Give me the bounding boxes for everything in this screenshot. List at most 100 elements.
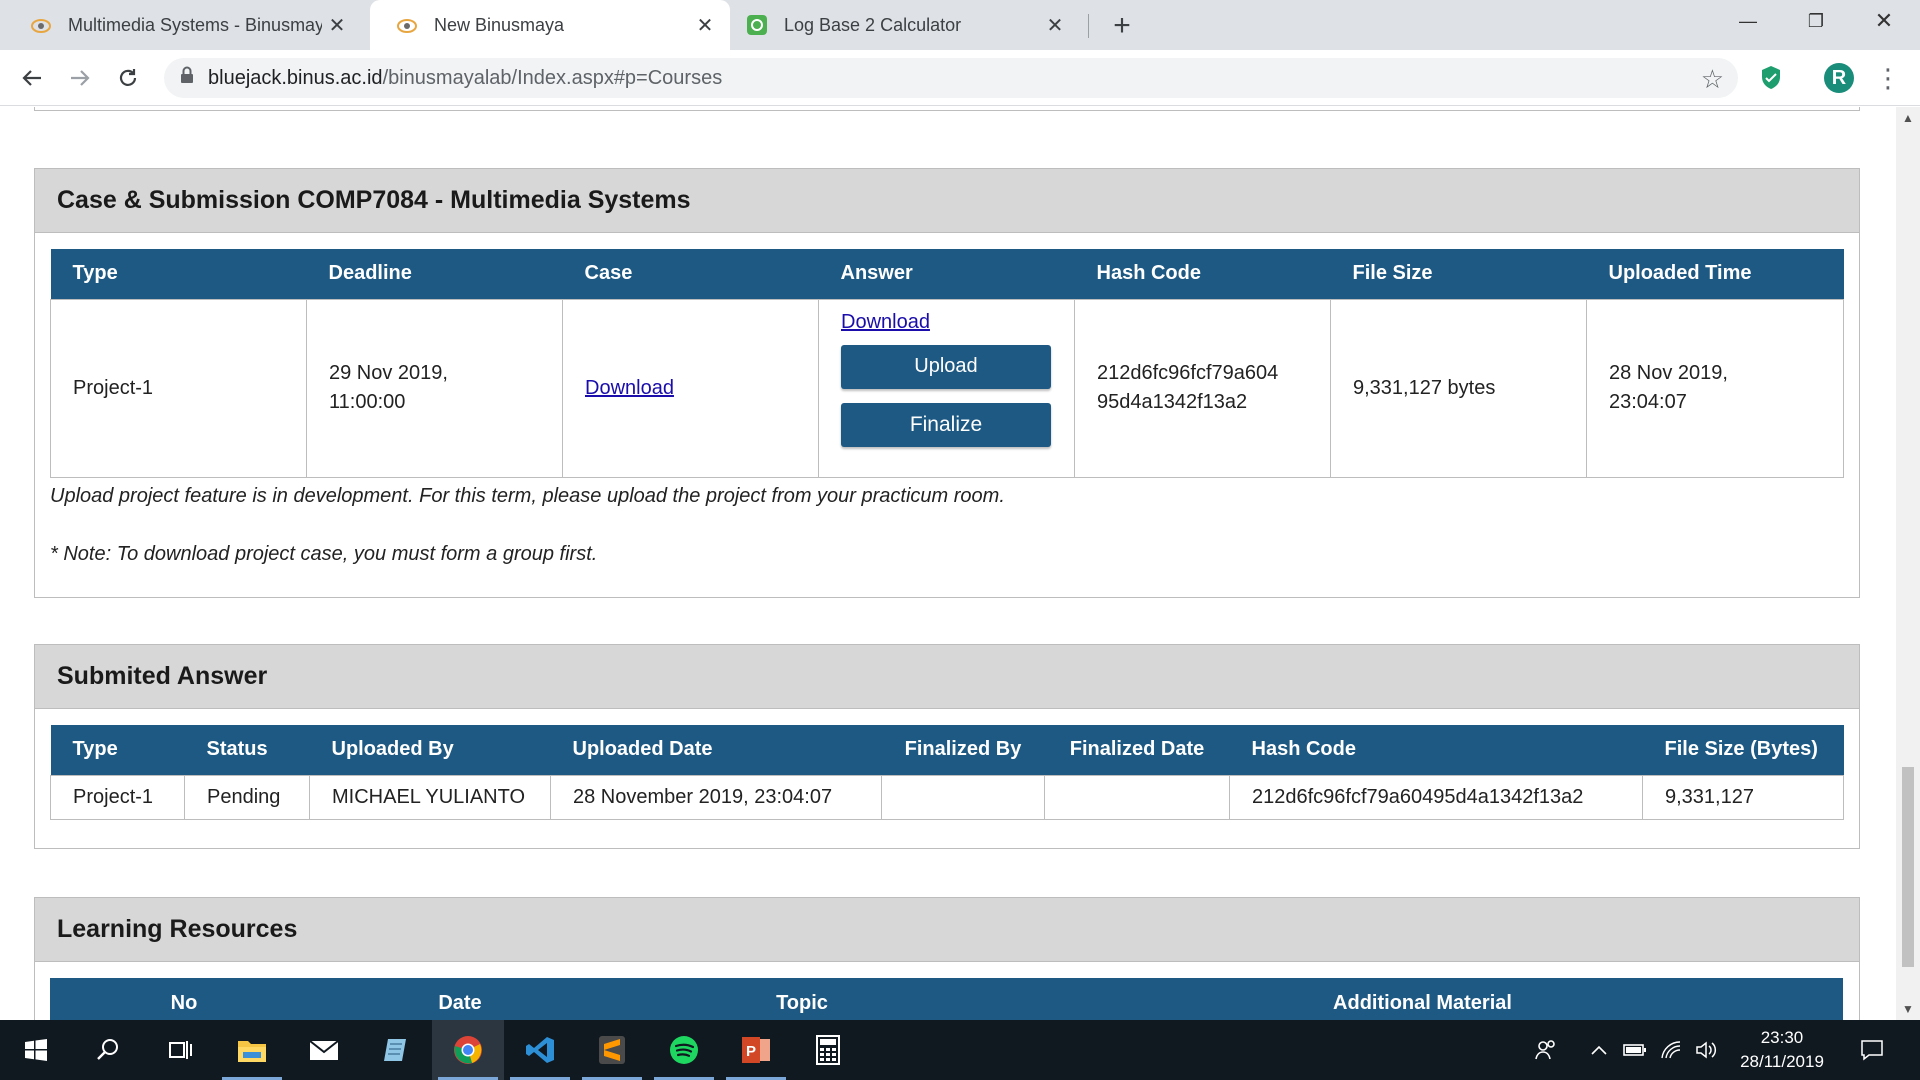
page-scrollbar[interactable]: ▲ ▼: [1896, 107, 1920, 1020]
table-header-row: No Date Topic Additional Material: [50, 978, 1843, 1020]
case-submission-panel: Case & Submission COMP7084 - Multimedia …: [34, 168, 1860, 598]
finalize-button[interactable]: Finalize: [841, 402, 1051, 447]
spotify-icon[interactable]: [648, 1020, 720, 1080]
forward-arrow-icon: [71, 70, 90, 86]
uploaded-by-cell: MICHAEL YULIANTO: [309, 774, 551, 820]
case-table: Type Deadline Case Answer Hash Code File…: [50, 249, 1844, 478]
url-host: bluejack.binus.ac.id: [208, 66, 383, 89]
new-tab-button[interactable]: +: [1104, 8, 1140, 44]
clock-date: 28/11/2019: [1740, 1052, 1824, 1071]
tab-new-binusmaya[interactable]: New Binusmaya ✕: [370, 0, 730, 50]
close-window-button[interactable]: ✕: [1850, 0, 1918, 42]
upload-button[interactable]: Upload: [841, 344, 1051, 389]
uploaded-date: 28 Nov 2019,: [1609, 362, 1728, 384]
browser-toolbar: bluejack.binus.ac.id/binusmayalab/Index.…: [0, 50, 1920, 106]
deadline-time: 11:00:00: [329, 391, 406, 413]
column-header: File Size (Bytes): [1642, 725, 1844, 775]
column-header: Hash Code: [1229, 725, 1643, 775]
back-arrow-icon: [22, 70, 41, 86]
volume-icon[interactable]: [1690, 1020, 1722, 1080]
column-header: Topic: [602, 978, 1002, 1020]
scrollbar-thumb[interactable]: [1902, 767, 1914, 967]
finalized-by-cell: [881, 774, 1045, 820]
resources-table: No Date Topic Additional Material: [50, 978, 1843, 1020]
deadline-cell: 29 Nov 2019, 11:00:00: [306, 298, 563, 478]
address-bar[interactable]: bluejack.binus.ac.id/binusmayalab/Index.…: [164, 58, 1738, 98]
answer-download-link[interactable]: Download: [841, 311, 930, 333]
forward-button[interactable]: [62, 60, 98, 96]
battery-icon[interactable]: [1620, 1020, 1650, 1080]
chevron-up-icon[interactable]: [1584, 1020, 1614, 1080]
column-header: Finalized Date: [1044, 725, 1230, 775]
browser-menu-icon[interactable]: ⋮: [1875, 62, 1901, 94]
tab-log-base-2-calculator[interactable]: Log Base 2 Calculator ✕: [730, 0, 1080, 50]
status-cell: Pending: [184, 774, 310, 820]
reload-icon: [119, 69, 137, 86]
binusmaya-favicon-icon: [396, 14, 418, 36]
notepad-icon[interactable]: [360, 1020, 432, 1080]
type-cell: Project-1: [50, 298, 307, 478]
chrome-icon[interactable]: [432, 1020, 504, 1080]
column-header: Uploaded Date: [550, 725, 882, 775]
column-header: Case: [562, 249, 819, 299]
system-clock[interactable]: 23:30 28/11/2019: [1728, 1026, 1836, 1074]
wifi-icon[interactable]: [1656, 1020, 1686, 1080]
upload-development-note: Upload project feature is in development…: [50, 485, 1005, 507]
minimize-button[interactable]: —: [1714, 0, 1782, 42]
column-header: No: [50, 978, 318, 1020]
column-header: Additional Material: [1002, 978, 1843, 1020]
uploaded-time-cell: 28 Nov 2019, 23:04:07: [1586, 298, 1844, 478]
column-header: File Size: [1330, 249, 1587, 299]
tab-separator: [1088, 14, 1089, 38]
panel-title: Case & Submission COMP7084 - Multimedia …: [35, 169, 1859, 233]
column-header: Date: [318, 978, 602, 1020]
vscode-icon[interactable]: [504, 1020, 576, 1080]
start-icon[interactable]: [0, 1020, 72, 1080]
tab-multimedia-systems[interactable]: Multimedia Systems - Binusmaya ✕: [0, 0, 362, 50]
scroll-up-arrow-icon[interactable]: ▲: [1896, 107, 1920, 129]
binusmaya-favicon-icon: [30, 14, 52, 36]
powerpoint-icon[interactable]: P: [720, 1020, 792, 1080]
shield-extension-icon[interactable]: [1757, 64, 1785, 92]
calculator-icon[interactable]: [792, 1020, 864, 1080]
column-header: Type: [50, 249, 307, 299]
hash-code-cell: 212d6fc96fcf79a604 95d4a1342f13a2: [1074, 298, 1331, 478]
finalized-date-cell: [1044, 774, 1230, 820]
task-view-icon[interactable]: [144, 1020, 216, 1080]
reload-button[interactable]: [110, 60, 146, 96]
notification-icon[interactable]: [1852, 1020, 1892, 1080]
submitted-answer-panel: Submited Answer Type Status Uploaded By …: [34, 644, 1860, 849]
close-tab-icon[interactable]: ✕: [690, 10, 720, 40]
bookmark-star-icon[interactable]: ☆: [1701, 64, 1724, 95]
people-icon[interactable]: [1528, 1020, 1564, 1080]
profile-avatar[interactable]: R: [1824, 63, 1854, 93]
tab-title: Log Base 2 Calculator: [784, 14, 962, 35]
close-tab-icon[interactable]: ✕: [1040, 10, 1070, 40]
table-header-row: Type Deadline Case Answer Hash Code File…: [50, 249, 1844, 299]
sublime-icon[interactable]: [576, 1020, 648, 1080]
lock-icon: [180, 66, 194, 90]
column-header: Status: [184, 725, 310, 775]
column-header: Finalized By: [881, 725, 1045, 775]
mail-icon[interactable]: [288, 1020, 360, 1080]
close-tab-icon[interactable]: ✕: [322, 10, 352, 40]
hash-code-cell: 212d6fc96fcf79a60495d4a1342f13a2: [1229, 774, 1643, 820]
panel-title: Submited Answer: [35, 645, 1859, 709]
case-download-link[interactable]: Download: [585, 377, 674, 399]
tab-title: New Binusmaya: [434, 14, 565, 35]
table-row: Project-1 29 Nov 2019, 11:00:00 Download…: [50, 298, 1844, 478]
search-icon[interactable]: [72, 1020, 144, 1080]
column-header: Uploaded Time: [1586, 249, 1844, 299]
scroll-down-arrow-icon[interactable]: ▼: [1896, 998, 1920, 1020]
table-row: Project-1 Pending MICHAEL YULIANTO 28 No…: [50, 774, 1844, 820]
previous-panel-bottom: [34, 107, 1860, 111]
answer-cell: Download Upload Finalize: [818, 298, 1075, 478]
hash-code-part1: 212d6fc96fcf79a604: [1097, 362, 1279, 384]
deadline-date: 29 Nov 2019,: [329, 362, 448, 384]
restore-button[interactable]: ❐: [1782, 0, 1850, 42]
file-explorer-icon[interactable]: [216, 1020, 288, 1080]
case-cell: Download: [562, 298, 819, 478]
back-button[interactable]: [14, 60, 50, 96]
panel-title: Learning Resources: [35, 898, 1859, 962]
uploaded-time: 23:04:07: [1609, 391, 1687, 413]
